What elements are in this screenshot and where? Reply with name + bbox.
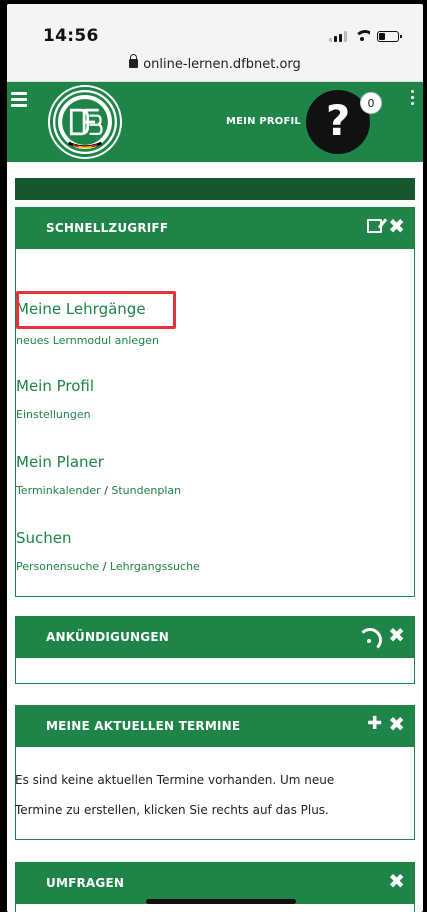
notification-badge[interactable]: 0 (360, 92, 382, 114)
lock-icon (129, 54, 139, 68)
link-neues-lernmodul[interactable]: neues Lernmodul anlegen (16, 334, 159, 347)
suchen-sublinks: Personensuche / Lehrgangssuche (16, 560, 200, 573)
system-icons (329, 30, 402, 42)
panel-header: SCHNELLZUGRIFF ✖ (16, 208, 414, 249)
rss-icon[interactable] (358, 627, 383, 652)
close-icon[interactable]: ✖ (388, 625, 405, 645)
termine-empty-line-2: Termine zu erstellen, klicken Sie rechts… (15, 803, 329, 817)
plus-icon[interactable]: ✚ (367, 715, 382, 733)
link-einstellungen[interactable]: Einstellungen (16, 408, 91, 421)
schnellzugriff-panel: SCHNELLZUGRIFF ✖ (15, 207, 415, 597)
panel-header: UMFRAGEN ✖ (16, 863, 414, 904)
menu-icon[interactable] (11, 92, 27, 110)
link-personensuche[interactable]: Personensuche (16, 560, 99, 573)
separator: / (102, 560, 110, 573)
app-header: MEIN PROFIL ? 0 (7, 82, 423, 162)
link-lehrgangssuche[interactable]: Lehrgangssuche (110, 560, 200, 573)
link-terminkalender[interactable]: Terminkalender (16, 484, 101, 497)
profile-label[interactable]: MEIN PROFIL (226, 116, 301, 127)
link-stundenplan[interactable]: Stundenplan (111, 484, 181, 497)
more-options-icon[interactable] (411, 90, 414, 108)
panel-title: ANKÜNDIGUNGEN (46, 630, 169, 644)
panel-title: MEINE AKTUELLEN TERMINE (46, 719, 241, 733)
battery-icon (377, 30, 402, 42)
highlight-box (16, 291, 176, 329)
wifi-icon (354, 30, 370, 42)
edit-icon[interactable] (367, 219, 383, 233)
link-mein-profil[interactable]: Mein Profil (16, 377, 94, 395)
home-indicator[interactable] (146, 899, 296, 904)
close-icon[interactable]: ✖ (388, 216, 405, 236)
panel-header: ANKÜNDIGUNGEN ✖ (16, 617, 414, 658)
dfb-logo[interactable] (50, 87, 120, 157)
divider-bar (15, 178, 415, 200)
status-bar: 14:56 online-lernen.dfbnet.org (7, 4, 423, 82)
link-mein-planer[interactable]: Mein Planer (16, 453, 104, 471)
address-bar[interactable]: online-lernen.dfbnet.org (7, 54, 423, 72)
close-icon[interactable]: ✖ (388, 871, 405, 891)
ankuendigungen-panel: ANKÜNDIGUNGEN ✖ (15, 616, 415, 684)
url-text: online-lernen.dfbnet.org (143, 57, 301, 72)
planer-sublinks: Terminkalender / Stundenplan (16, 484, 181, 497)
panel-header: MEINE AKTUELLEN TERMINE ✚ ✖ (16, 706, 414, 747)
termine-empty-line-1: Es sind keine aktuellen Termine vorhande… (15, 773, 335, 787)
clock: 14:56 (43, 26, 99, 46)
link-suchen[interactable]: Suchen (16, 529, 72, 547)
panel-title: UMFRAGEN (46, 876, 125, 890)
signal-icon (329, 30, 347, 42)
close-icon[interactable]: ✖ (388, 714, 405, 734)
panel-title: SCHNELLZUGRIFF (46, 221, 169, 235)
umfragen-panel: UMFRAGEN ✖ (15, 862, 415, 912)
phone-screen: 14:56 online-lernen.dfbnet.org MEIN PROF… (7, 4, 423, 912)
